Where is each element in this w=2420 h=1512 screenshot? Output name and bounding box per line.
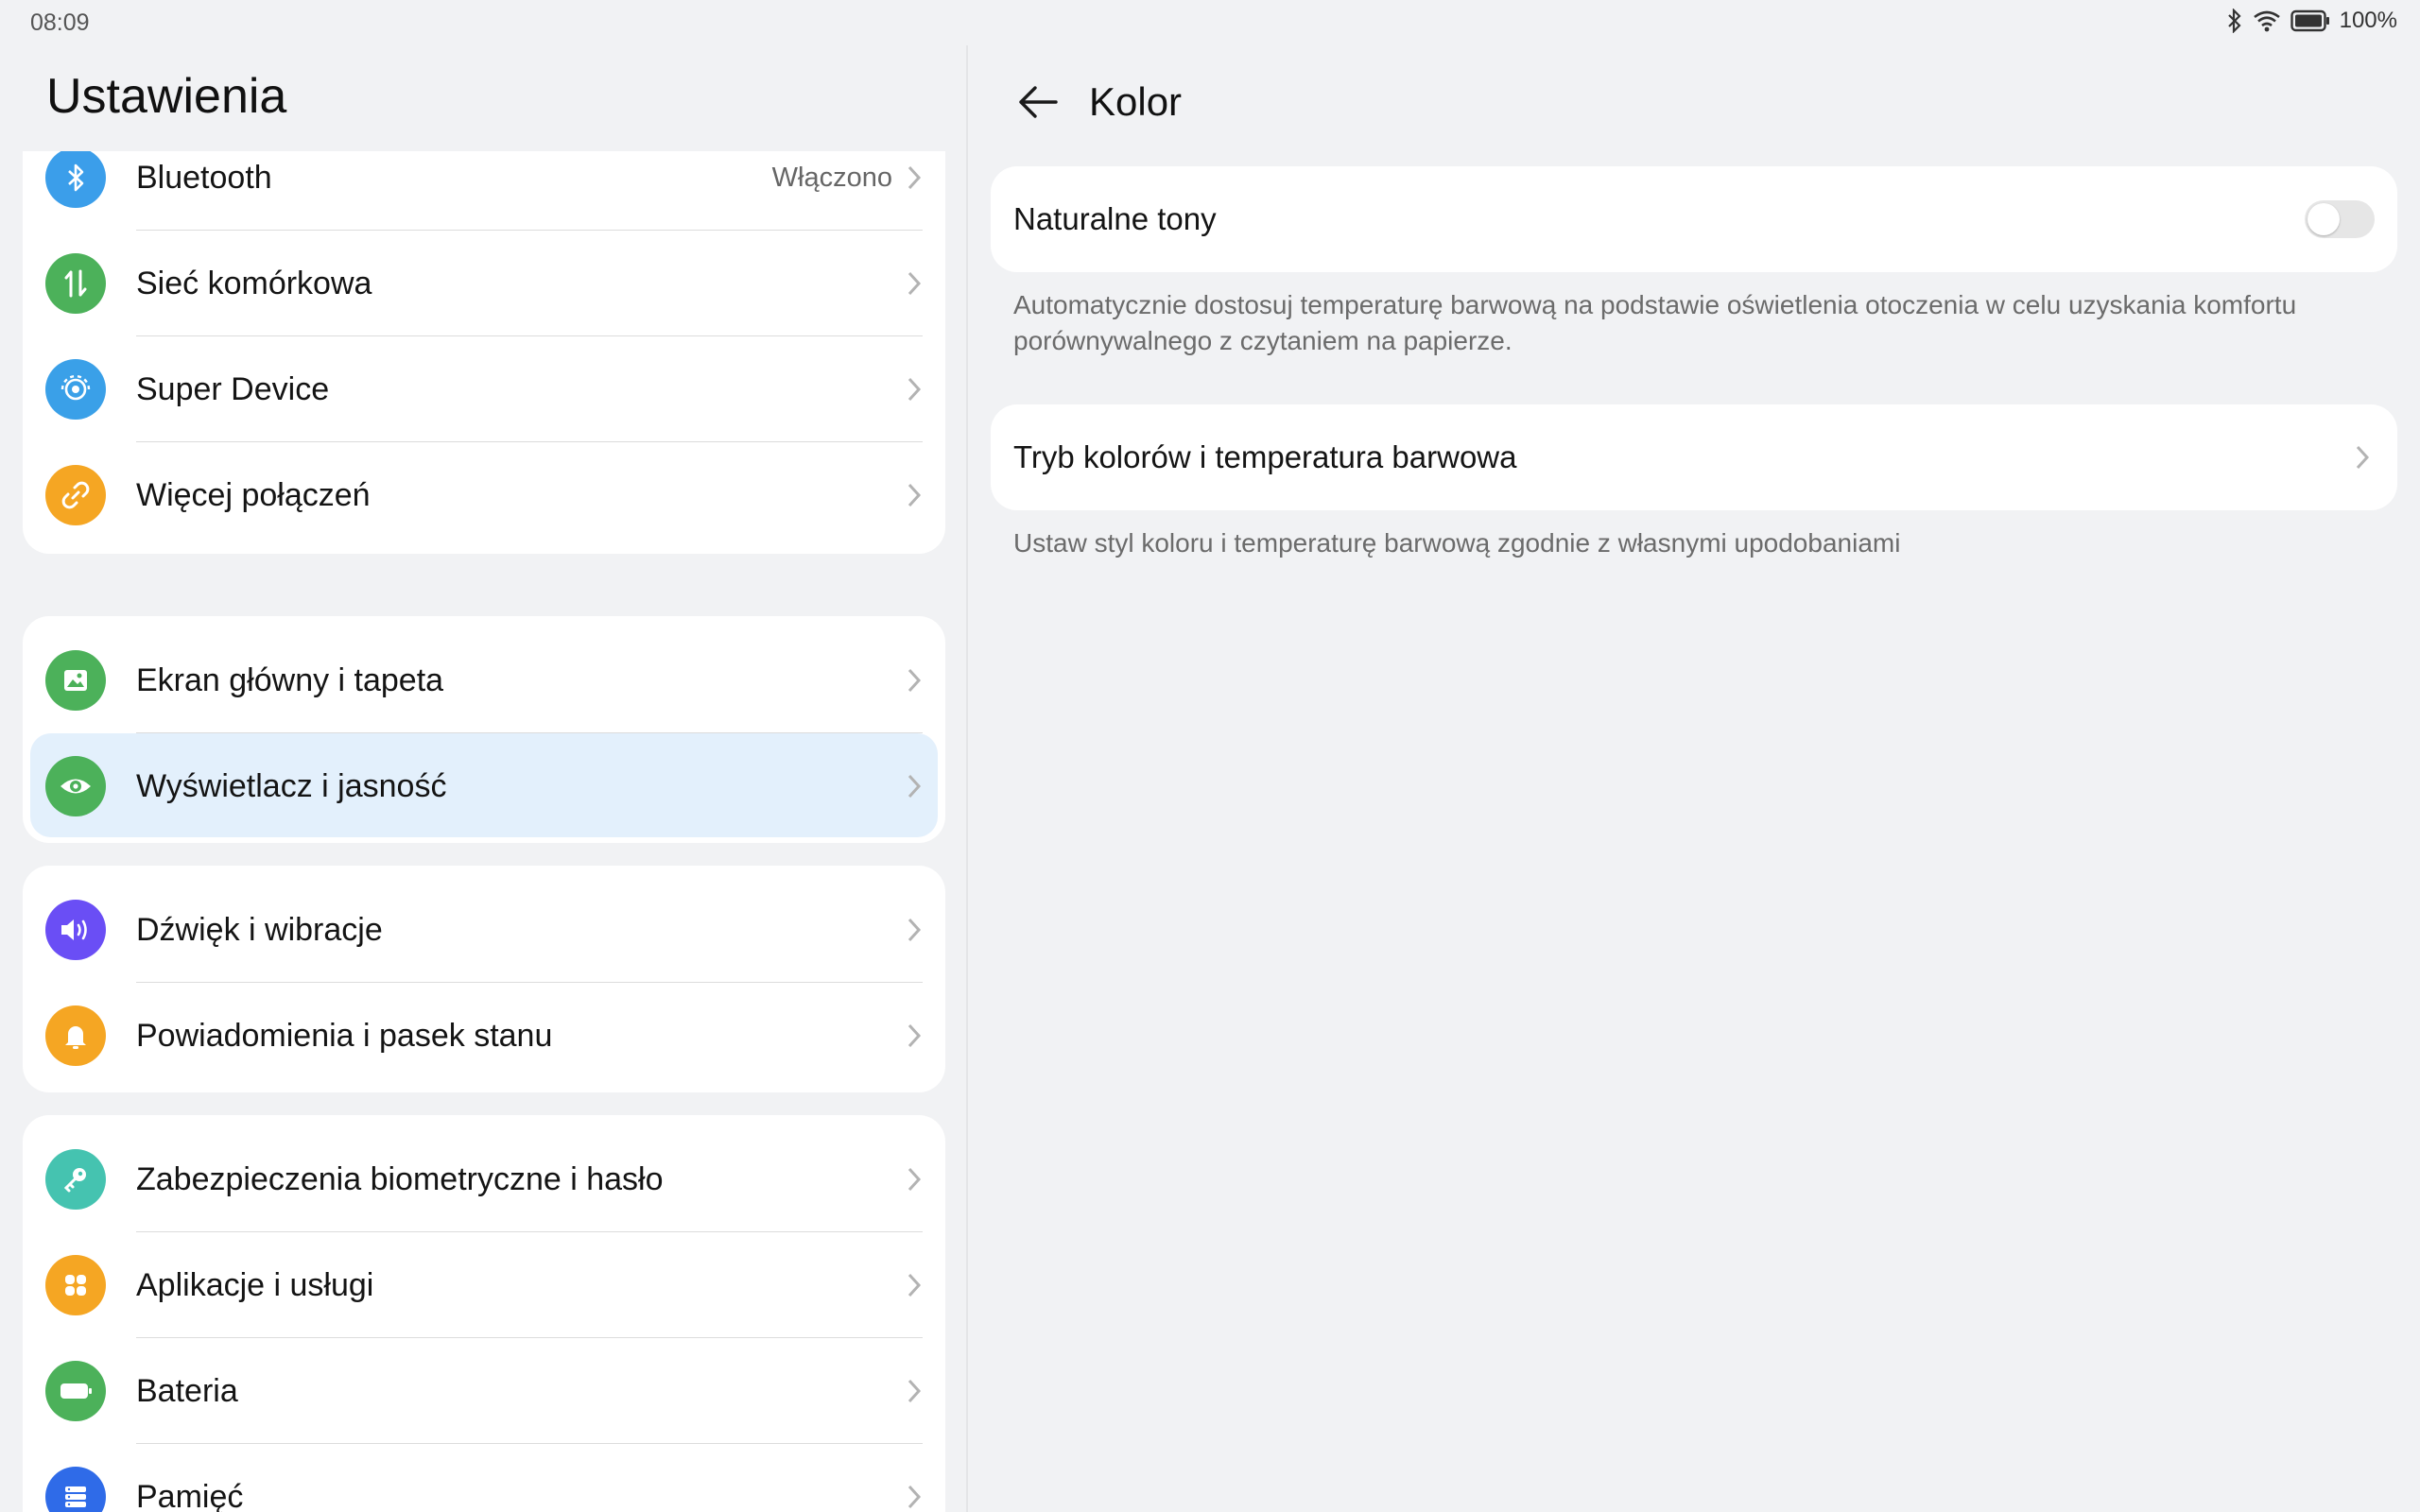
chevron-right-icon: [2356, 445, 2370, 470]
chevron-right-icon: [908, 668, 922, 693]
settings-group-connections: Bluetooth Włączono Sieć komórkowa Super …: [23, 151, 945, 554]
sidebar-item-storage[interactable]: Pamięć: [23, 1444, 945, 1512]
arrow-left-icon: [1019, 86, 1058, 118]
sidebar-item-battery[interactable]: Bateria: [23, 1338, 945, 1444]
natural-tones-toggle[interactable]: [2305, 200, 2375, 238]
apps-icon: [45, 1255, 106, 1315]
row-label: Dźwięk i wibracje: [136, 912, 383, 948]
key-icon: [45, 1149, 106, 1210]
row-label: Pamięć: [136, 1479, 244, 1512]
row-label: Ekran główny i tapeta: [136, 662, 444, 698]
detail-title: Kolor: [1089, 79, 1183, 124]
sound-icon: [45, 900, 106, 960]
battery-percent: 100%: [2339, 8, 2397, 33]
natural-tones-description: Automatycznie dostosuj temperaturę barwo…: [1013, 290, 2297, 355]
natural-tones-row[interactable]: Naturalne tony: [991, 166, 2397, 272]
chevron-right-icon: [908, 1273, 922, 1297]
chevron-right-icon: [908, 165, 922, 190]
page-title: Ustawienia: [46, 69, 287, 124]
chevron-right-icon: [908, 1379, 922, 1403]
sidebar-item-more-connections[interactable]: Więcej połączeń: [23, 442, 945, 548]
mobile-data-icon: [45, 253, 106, 314]
sidebar-item-display-brightness[interactable]: Wyświetlacz i jasność: [23, 733, 945, 839]
row-value: Włączono: [771, 163, 892, 193]
row-label: Super Device: [136, 371, 330, 407]
chevron-right-icon: [908, 1485, 922, 1509]
settings-list-pane: Ustawienia Bluetooth Włączono Sieć komór…: [0, 45, 966, 1512]
toggle-knob: [2308, 203, 2340, 235]
chevron-right-icon: [908, 918, 922, 942]
battery-status-icon: [2290, 9, 2330, 32]
row-label: Powiadomienia i pasek stanu: [136, 1018, 553, 1054]
sidebar-item-home-wallpaper[interactable]: Ekran główny i tapeta: [23, 627, 945, 733]
chevron-right-icon: [908, 1167, 922, 1192]
bluetooth-icon: [45, 151, 106, 208]
battery-icon: [45, 1361, 106, 1421]
color-mode-row[interactable]: Tryb kolorów i temperatura barwowa: [991, 404, 2397, 510]
sidebar-item-apps-services[interactable]: Aplikacje i usługi: [23, 1232, 945, 1338]
color-mode-label: Tryb kolorów i temperatura barwowa: [1013, 439, 1517, 474]
row-label: Aplikacje i usługi: [136, 1267, 374, 1303]
sidebar-item-security[interactable]: Zabezpieczenia biometryczne i hasło: [23, 1126, 945, 1232]
row-label: Bateria: [136, 1373, 238, 1409]
link-icon: [45, 465, 106, 525]
settings-list[interactable]: Bluetooth Włączono Sieć komórkowa Super …: [23, 151, 945, 1512]
row-label: Sieć komórkowa: [136, 266, 372, 301]
sidebar-item-mobile-network[interactable]: Sieć komórkowa: [23, 231, 945, 336]
storage-icon: [45, 1467, 106, 1512]
sidebar-item-sound-vibration[interactable]: Dźwięk i wibracje: [23, 877, 945, 983]
row-label: Bluetooth: [136, 160, 272, 196]
super-device-icon: [45, 359, 106, 420]
status-time: 08:09: [30, 9, 90, 36]
settings-group-sound-notifications: Dźwięk i wibracje Powiadomienia i pasek …: [23, 866, 945, 1092]
sidebar-item-notifications[interactable]: Powiadomienia i pasek stanu: [23, 983, 945, 1089]
row-label: Więcej połączeń: [136, 477, 371, 513]
sidebar-item-super-device[interactable]: Super Device: [23, 336, 945, 442]
status-icons: 100%: [2226, 8, 2397, 34]
bell-icon: [45, 1005, 106, 1066]
chevron-right-icon: [908, 1023, 922, 1048]
eye-icon: [45, 756, 106, 816]
row-label: Wyświetlacz i jasność: [136, 768, 447, 804]
settings-group-display: Ekran główny i tapeta Wyświetlacz i jasn…: [23, 616, 945, 843]
sidebar-item-bluetooth[interactable]: Bluetooth Włączono: [23, 151, 945, 231]
chevron-right-icon: [908, 377, 922, 402]
natural-tones-label: Naturalne tony: [1013, 201, 1217, 236]
wifi-status-icon: [2253, 9, 2281, 32]
back-button[interactable]: [1010, 74, 1066, 130]
color-mode-description: Ustaw styl koloru i temperaturę barwową …: [1013, 528, 1901, 558]
chevron-right-icon: [908, 774, 922, 799]
settings-group-system: Zabezpieczenia biometryczne i hasło Apli…: [23, 1115, 945, 1512]
wallpaper-icon: [45, 650, 106, 711]
detail-pane: Kolor Naturalne tony Automatycznie dosto…: [968, 45, 2420, 1512]
status-bar: 08:09 100%: [0, 0, 2420, 45]
row-label: Zabezpieczenia biometryczne i hasło: [136, 1161, 664, 1197]
chevron-right-icon: [908, 271, 922, 296]
bluetooth-status-icon: [2226, 9, 2243, 33]
chevron-right-icon: [908, 483, 922, 507]
